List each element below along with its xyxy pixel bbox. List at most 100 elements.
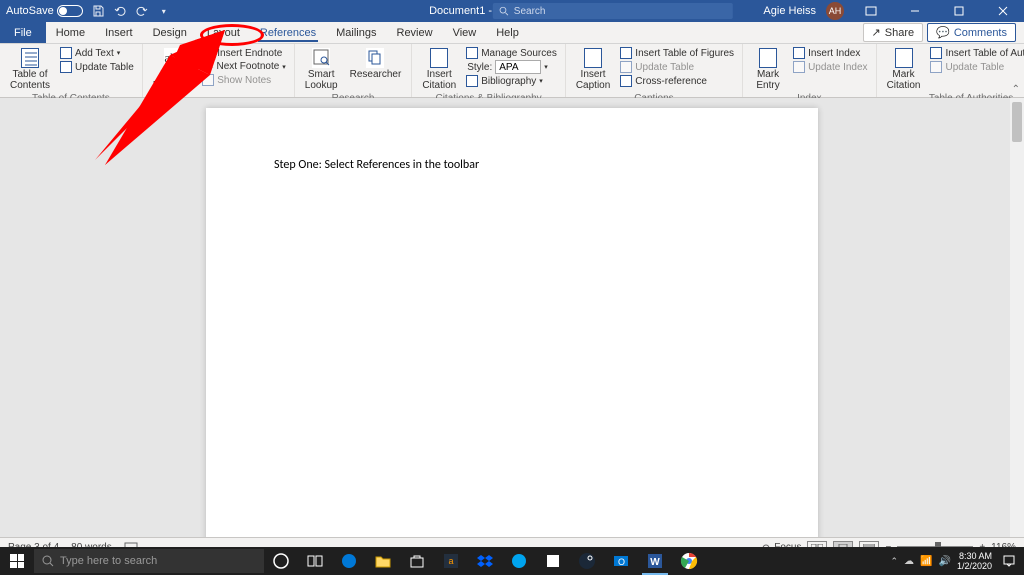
collapse-ribbon-button[interactable]: ⌃ [1012,84,1020,95]
undo-icon[interactable] [113,4,127,18]
tab-view[interactable]: View [443,22,487,43]
smart-lookup-icon [312,48,330,68]
bibliography-button[interactable]: Bibliography▾ [464,74,559,88]
researcher-button[interactable]: Researcher [346,46,406,82]
update-index-button[interactable]: Update Index [791,60,870,74]
edge-button[interactable] [332,547,366,575]
tab-references[interactable]: References [250,22,326,43]
mark-citation-icon [895,48,913,68]
update-table-captions-button[interactable]: Update Table [618,60,736,74]
steam-button[interactable] [570,547,604,575]
customize-qat-icon[interactable]: ▾ [157,4,171,18]
comment-icon: 💬 [936,26,950,39]
add-text-icon [60,47,72,59]
user-name[interactable]: Agie Heiss [763,5,816,17]
system-tray: ⌃ ☁ 📶 🔊 8:30 AM 1/2/2020 [891,547,1024,575]
cortana-button[interactable] [264,547,298,575]
tab-insert[interactable]: Insert [95,22,143,43]
insert-footnote-button[interactable]: ab1 Insert Footnote [149,46,196,93]
tab-mailings[interactable]: Mailings [326,22,386,43]
volume-icon[interactable]: 🔊 [939,556,951,567]
caption-icon [584,48,602,68]
mark-citation-button[interactable]: Mark Citation [883,46,925,93]
clock[interactable]: 8:30 AM 1/2/2020 [957,551,992,571]
dropbox-button[interactable] [468,547,502,575]
group-table-of-contents: Table of Contents Add Text▾ Update Table… [0,44,143,97]
group-citations: Insert Citation Manage Sources Style: ▾ … [412,44,566,97]
start-button[interactable] [0,547,34,575]
insert-authorities-button[interactable]: Insert Table of Authorities [928,46,1024,60]
close-button[interactable] [986,0,1020,22]
ribbon-tabs: File Home Insert Design Layout Reference… [0,22,1024,44]
manage-sources-button[interactable]: Manage Sources [464,46,559,60]
user-avatar[interactable]: AH [826,2,844,20]
save-icon[interactable] [91,4,105,18]
wifi-icon[interactable]: 📶 [920,556,932,567]
insert-table-of-figures-button[interactable]: Insert Table of Figures [618,46,736,60]
windows-icon [10,554,24,568]
chrome-button[interactable] [672,547,706,575]
show-notes-button[interactable]: Show Notes [200,73,288,87]
notifications-button[interactable] [998,547,1020,575]
svg-text:W: W [650,557,660,568]
update-icon [60,61,72,73]
document-text[interactable]: Step One: Select References in the toolb… [274,158,479,172]
app-button-2[interactable] [536,547,570,575]
mark-entry-button[interactable]: Mark Entry [749,46,787,93]
task-icons: a O W [264,547,706,575]
update-authorities-button[interactable]: Update Table [928,60,1024,74]
insert-caption-button[interactable]: Insert Caption [572,46,614,93]
smart-lookup-button[interactable]: Smart Lookup [301,46,342,93]
share-button[interactable]: ↗Share [863,23,924,42]
scrollbar-thumb[interactable] [1012,102,1022,142]
insert-index-button[interactable]: Insert Index [791,46,870,60]
update-icon [930,61,942,73]
document-area: Step One: Select References in the toolb… [0,98,1024,555]
comments-button[interactable]: 💬Comments [927,23,1016,42]
taskbar: Type here to search a O W ⌃ ☁ 📶 🔊 8:30 A… [0,547,1024,575]
insert-citation-button[interactable]: Insert Citation [418,46,460,93]
document-page[interactable]: Step One: Select References in the toolb… [206,108,818,555]
word-button[interactable]: W [638,547,672,575]
app-button-1[interactable] [502,547,536,575]
share-icon: ↗ [872,26,881,39]
store-button[interactable] [400,547,434,575]
citation-style-select[interactable] [495,60,541,74]
maximize-button[interactable] [942,0,976,22]
amazon-button[interactable]: a [434,547,468,575]
tab-layout[interactable]: Layout [197,22,250,43]
mark-entry-icon [759,48,777,68]
svg-text:a: a [448,556,453,566]
file-explorer-button[interactable] [366,547,400,575]
ribbon: Table of Contents Add Text▾ Update Table… [0,44,1024,98]
next-footnote-button[interactable]: ab¹Next Footnote▾ [200,60,288,73]
tab-home[interactable]: Home [46,22,95,43]
onedrive-icon[interactable]: ☁ [904,556,914,567]
add-text-button[interactable]: Add Text▾ [58,46,136,60]
insert-endnote-button[interactable]: Insert Endnote [200,46,288,60]
minimize-button[interactable] [898,0,932,22]
autosave-toggle[interactable]: AutoSave [6,5,83,17]
researcher-icon [366,48,384,68]
tab-design[interactable]: Design [143,22,197,43]
tab-file[interactable]: File [0,22,46,43]
search-box[interactable]: Search [493,3,733,19]
task-view-button[interactable] [298,547,332,575]
cross-reference-button[interactable]: Cross-reference [618,74,736,88]
tab-help[interactable]: Help [486,22,529,43]
ribbon-display-options[interactable] [854,0,888,22]
taskbar-search[interactable]: Type here to search [34,549,264,573]
vertical-scrollbar[interactable] [1010,98,1024,555]
outlook-button[interactable]: O [604,547,638,575]
dropdown-icon[interactable]: ▾ [544,63,548,71]
tab-review[interactable]: Review [387,22,443,43]
footnote-icon: ab1 [164,48,182,68]
table-of-contents-button[interactable]: Table of Contents [6,46,54,93]
group-captions: Insert Caption Insert Table of Figures U… [566,44,743,97]
citation-icon [430,48,448,68]
autosave-label: AutoSave [6,5,54,17]
redo-icon[interactable] [135,4,149,18]
tray-expand-button[interactable]: ⌃ [891,556,899,567]
toc-icon [21,48,39,68]
update-table-button[interactable]: Update Table [58,60,136,74]
